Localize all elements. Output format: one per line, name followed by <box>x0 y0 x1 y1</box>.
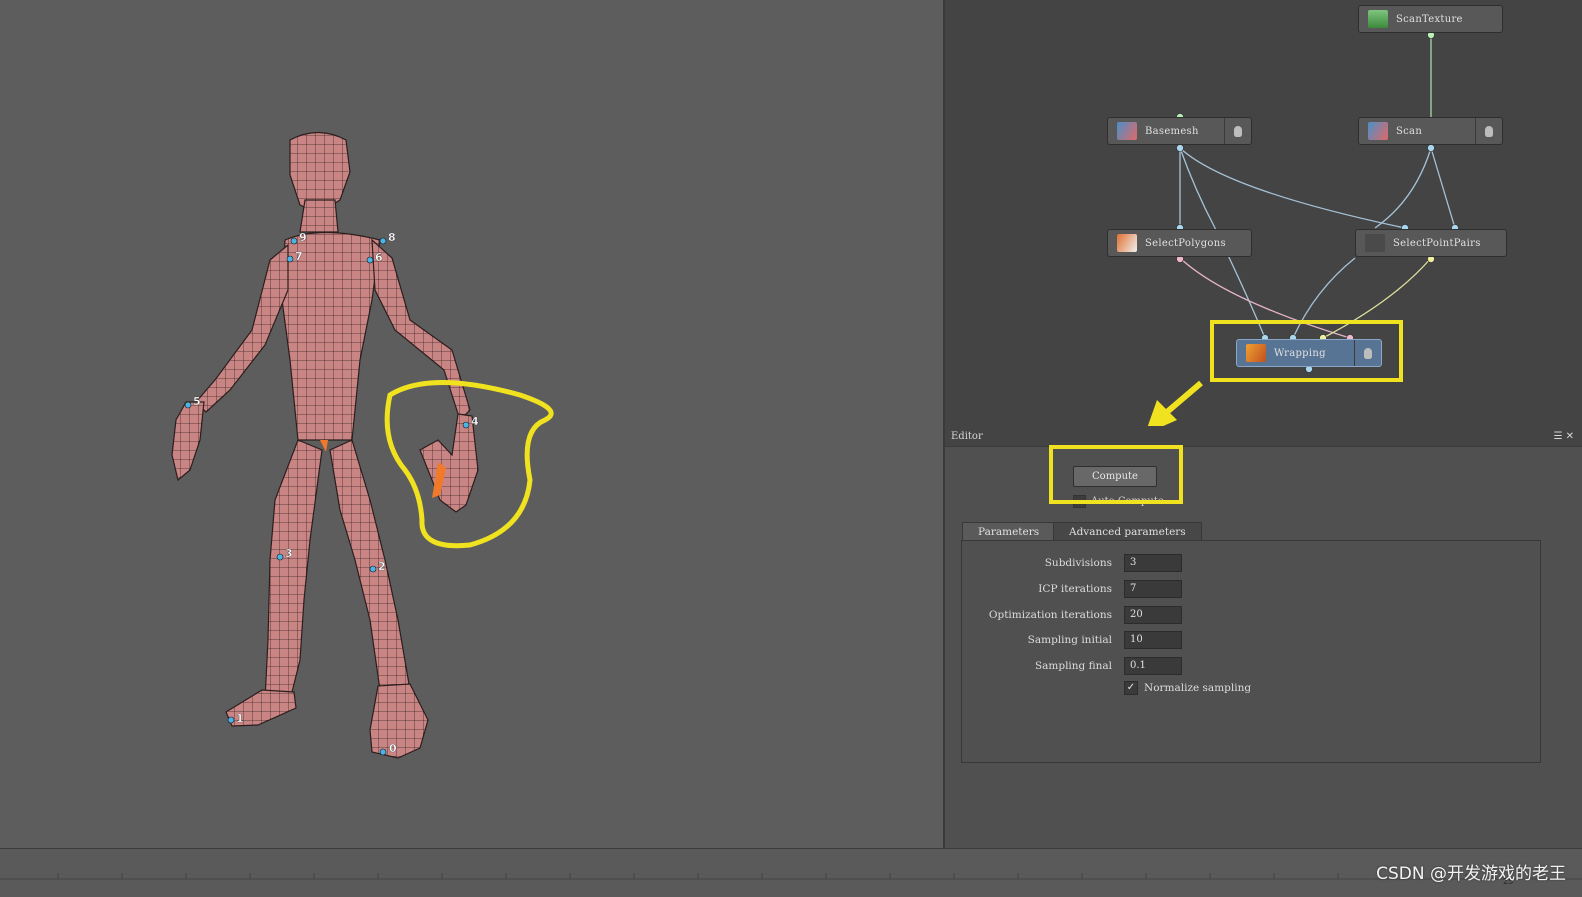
landmark-1: 1 <box>236 712 244 725</box>
landmark-4: 4 <box>471 415 479 428</box>
param-label: Sampling initial <box>1027 634 1112 646</box>
point-pairs-icon <box>1365 234 1385 252</box>
annotation-arrow <box>1147 380 1203 426</box>
tab-parameters[interactable]: Parameters <box>962 522 1056 541</box>
landmark-0: 0 <box>389 742 397 755</box>
param-row: Optimization iterations 20 <box>962 606 1540 625</box>
tab-advanced-parameters[interactable]: Advanced parameters <box>1053 522 1202 541</box>
node-scan-texture[interactable]: ScanTexture <box>1358 5 1503 33</box>
icp-iterations-field[interactable]: 7 <box>1124 580 1182 598</box>
param-row: Sampling final 0.1 <box>962 657 1540 676</box>
visibility-bulb-icon[interactable] <box>1475 118 1502 144</box>
highlight-box-compute <box>1049 445 1183 504</box>
watermark: CSDN @开发游戏的老王 <box>1376 864 1566 884</box>
param-label: Optimization iterations <box>988 609 1112 621</box>
landmark-6: 6 <box>375 251 383 264</box>
node-label: SelectPolygons <box>1145 237 1226 249</box>
mesh-icon <box>1368 122 1388 140</box>
landmark-2: 2 <box>378 560 386 573</box>
viewport-3d[interactable]: 0 1 2 3 4 5 6 7 8 9 <box>0 0 943 848</box>
visibility-bulb-icon[interactable] <box>1224 118 1251 144</box>
normalize-sampling-label: Normalize sampling <box>1144 682 1252 694</box>
subdivisions-field[interactable]: 3 <box>1124 554 1182 572</box>
select-polygons-icon <box>1117 234 1137 252</box>
landmark-3: 3 <box>285 547 293 560</box>
panel-menu-close-icon[interactable]: ☰ ✕ <box>1553 431 1574 442</box>
param-row: Sampling initial 10 <box>962 631 1540 650</box>
character-mesh: 0 1 2 3 4 5 6 7 8 9 <box>171 131 554 759</box>
landmark-8: 8 <box>388 231 396 244</box>
timeline[interactable]: 25 CSDN @开发游戏的老王 <box>0 848 1582 897</box>
node-basemesh[interactable]: Basemesh <box>1107 117 1252 145</box>
sampling-final-field[interactable]: 0.1 <box>1124 657 1182 675</box>
node-select-polygons[interactable]: SelectPolygons <box>1107 229 1252 257</box>
editor-header: Editor ☰ ✕ <box>945 426 1582 447</box>
editor-title: Editor <box>951 430 983 442</box>
sampling-initial-field[interactable]: 10 <box>1124 631 1182 649</box>
highlight-box-wrapping <box>1210 320 1403 382</box>
param-label: Subdivisions <box>1044 557 1112 569</box>
node-label: Scan <box>1396 125 1423 137</box>
node-graph[interactable]: ScanTexture Basemesh Scan SelectPolygons… <box>945 0 1582 426</box>
node-scan[interactable]: Scan <box>1358 117 1503 145</box>
landmark-5: 5 <box>193 395 201 408</box>
check-icon: ✓ <box>1124 681 1138 695</box>
editor-panel: Editor ☰ ✕ Compute Auto Compute Paramete… <box>945 426 1582 848</box>
mesh-icon <box>1117 122 1137 140</box>
timeline-ruler <box>0 873 1582 880</box>
landmark-9: 9 <box>299 231 307 244</box>
parameters-panel: Subdivisions 3 ICP iterations 7 Optimiza… <box>961 540 1541 763</box>
normalize-sampling-checkbox[interactable]: ✓ Normalize sampling <box>1124 681 1251 695</box>
node-select-point-pairs[interactable]: SelectPointPairs <box>1355 229 1507 257</box>
node-label: SelectPointPairs <box>1393 237 1481 249</box>
param-label: ICP iterations <box>1038 583 1112 595</box>
node-label: ScanTexture <box>1396 13 1463 25</box>
param-label: Sampling final <box>1034 660 1112 672</box>
param-row: ICP iterations 7 <box>962 580 1540 599</box>
landmark-7: 7 <box>295 250 303 263</box>
optimization-iterations-field[interactable]: 20 <box>1124 606 1182 624</box>
param-row: Subdivisions 3 <box>962 554 1540 573</box>
node-label: Basemesh <box>1145 125 1199 137</box>
texture-icon <box>1368 10 1388 28</box>
